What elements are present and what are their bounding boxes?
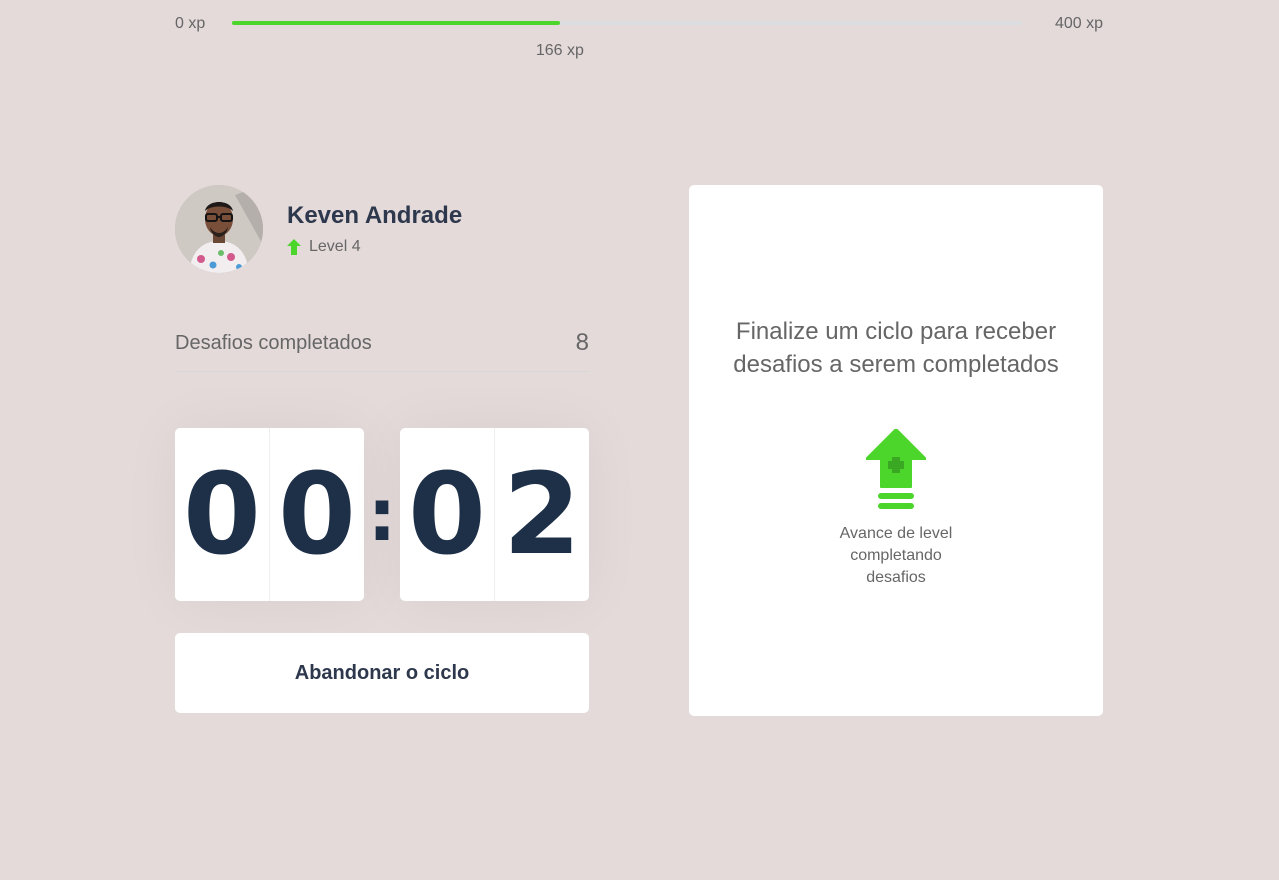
xp-track: 166 xp bbox=[232, 21, 1022, 59]
seconds-ones-digit: 2 bbox=[503, 449, 581, 580]
user-avatar-icon bbox=[175, 185, 263, 273]
abandon-cycle-button[interactable]: Abandonar o ciclo bbox=[175, 633, 589, 713]
countdown: 0 0 : 0 2 bbox=[175, 428, 589, 601]
countdown-seconds: 0 2 bbox=[400, 428, 589, 601]
left-column: Keven Andrade Level 4 Desafios completad… bbox=[175, 185, 589, 713]
profile-name: Keven Andrade bbox=[287, 202, 463, 229]
countdown-separator: : bbox=[367, 472, 397, 557]
countdown-minutes: 0 0 bbox=[175, 428, 364, 601]
xp-current-label: 166 xp bbox=[535, 42, 584, 59]
minutes-ones-digit: 0 bbox=[278, 449, 356, 580]
seconds-tens-digit: 0 bbox=[400, 428, 495, 601]
completed-challenges: Desafios completados 8 bbox=[175, 329, 589, 372]
profile-level: Level 4 bbox=[287, 238, 462, 256]
profile-info: Keven Andrade Level 4 bbox=[287, 202, 462, 256]
completed-challenges-label: Desafios completados bbox=[175, 331, 372, 354]
completed-challenges-count: 8 bbox=[575, 329, 589, 356]
avatar bbox=[175, 185, 263, 273]
minutes-tens-digit: 0 bbox=[175, 428, 270, 601]
level-up-icon bbox=[866, 429, 926, 509]
challenge-box-title: Finalize um ciclo para receber desafios … bbox=[733, 318, 1059, 378]
profile: Keven Andrade Level 4 bbox=[175, 185, 589, 273]
challenge-box: Finalize um ciclo para receber desafios … bbox=[689, 185, 1103, 716]
experience-bar: 0 xp 166 xp 400 xp bbox=[175, 14, 1103, 59]
level-label: Level 4 bbox=[309, 238, 361, 255]
xp-fill bbox=[232, 21, 560, 25]
xp-max-label: 400 xp bbox=[1054, 15, 1103, 32]
challenge-box-text: Avance de level completando desafios bbox=[839, 525, 953, 586]
xp-min-label: 0 xp bbox=[175, 15, 206, 32]
level-up-arrow-icon bbox=[287, 239, 301, 255]
